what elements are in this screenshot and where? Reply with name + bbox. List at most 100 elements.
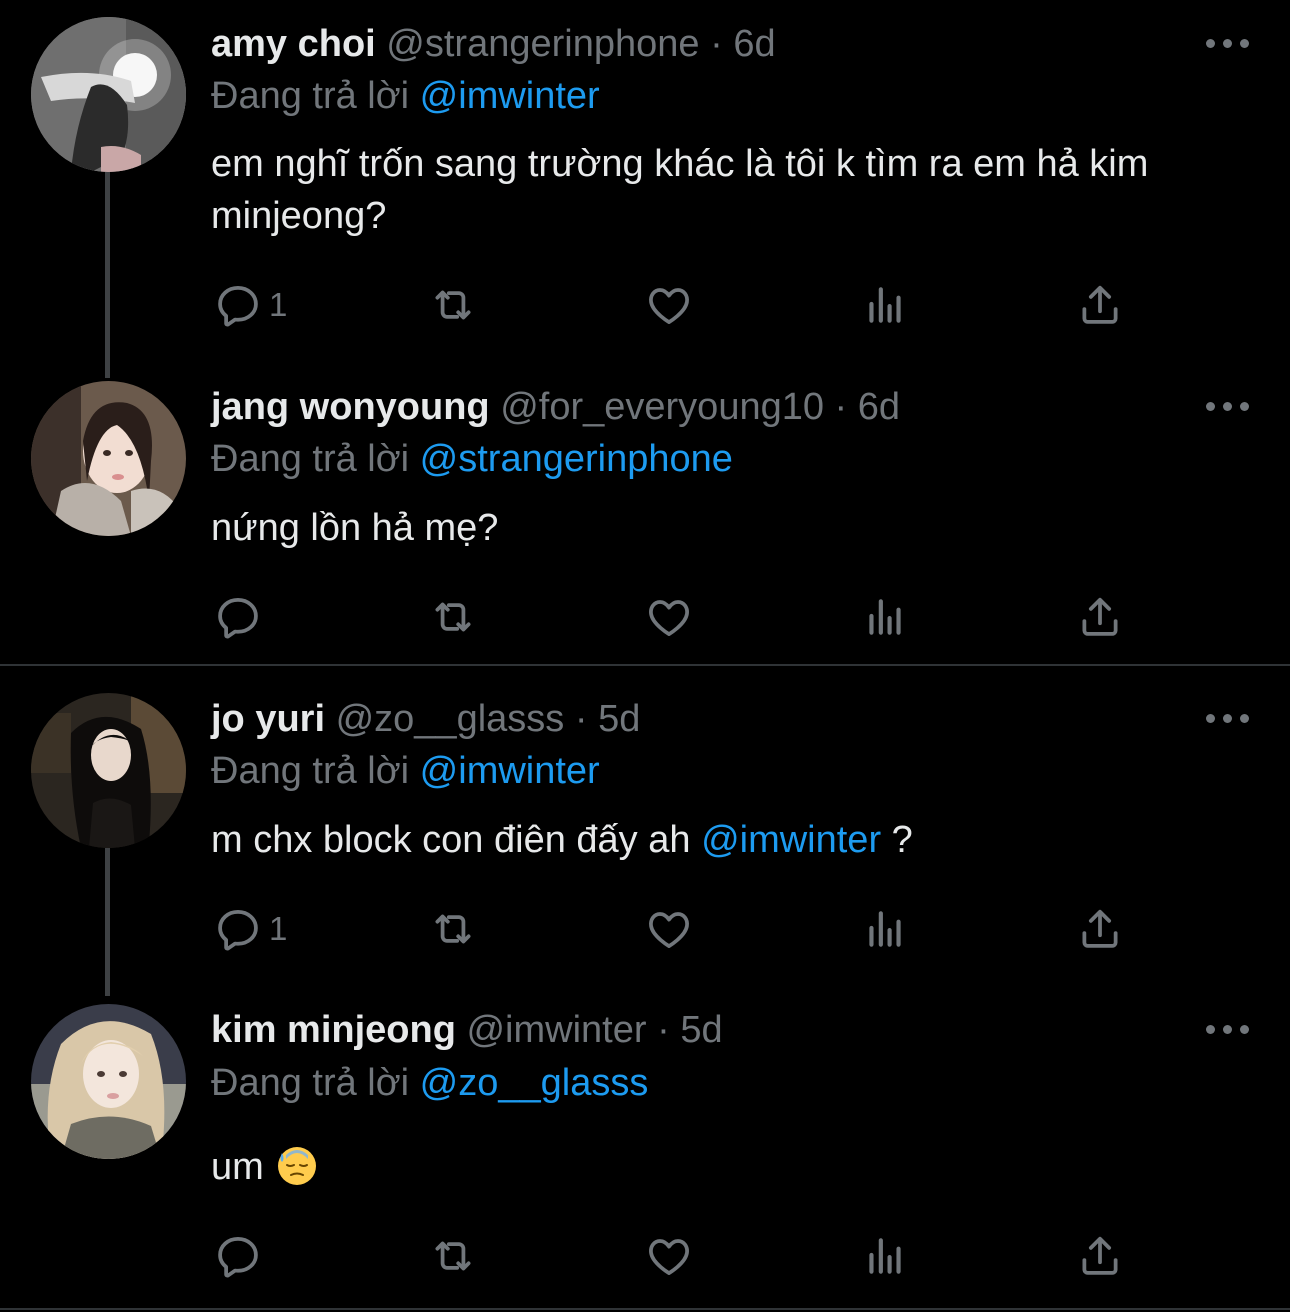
replying-to-label: Đang trả lời [211, 1062, 410, 1104]
tweet-header: kim minjeong @imwinter · 5d [211, 1002, 723, 1058]
separator: · [574, 698, 588, 740]
retweet-icon [428, 904, 478, 954]
views-icon [860, 904, 910, 954]
reply-context: Đang trả lời @zo__glasss [211, 1055, 648, 1111]
like-button[interactable] [644, 899, 694, 959]
like-button[interactable] [644, 1226, 694, 1286]
retweet-button[interactable] [428, 275, 478, 335]
retweet-button[interactable] [428, 1226, 478, 1286]
display-name[interactable]: jang wonyoung [211, 386, 490, 428]
tweet-text: em nghĩ trốn sang trường khác là tôi k t… [211, 143, 1149, 237]
bottom-divider [0, 1308, 1290, 1310]
retweet-icon [428, 592, 478, 642]
tweet-text-part: ? [881, 819, 913, 861]
reply-mention[interactable]: @imwinter [420, 750, 600, 792]
tweet[interactable]: amy choi @strangerinphone · 6d Đang trả … [0, 0, 1290, 378]
timestamp[interactable]: 5d [598, 698, 640, 740]
share-button[interactable] [1075, 899, 1125, 959]
tweet-actions: 1 [0, 275, 1290, 335]
views-button[interactable] [860, 587, 910, 647]
reply-context: Đang trả lời @imwinter [211, 743, 600, 799]
like-icon [644, 280, 694, 330]
views-icon [860, 1231, 910, 1281]
reply-icon [213, 280, 263, 330]
reply-icon [213, 1231, 263, 1281]
timestamp[interactable]: 5d [680, 1009, 722, 1051]
reply-icon [213, 904, 263, 954]
retweet-icon [428, 280, 478, 330]
views-button[interactable] [860, 275, 910, 335]
share-button[interactable] [1075, 1226, 1125, 1286]
avatar[interactable] [31, 693, 186, 848]
retweet-button[interactable] [428, 899, 478, 959]
tweet-text-part: um [211, 1146, 264, 1188]
views-button[interactable] [860, 899, 910, 959]
tweet-header: amy choi @strangerinphone · 6d [211, 16, 776, 72]
downcast-face-with-sweat-icon [277, 1147, 316, 1185]
reply-context: Đang trả lời @imwinter [211, 68, 600, 124]
avatar[interactable] [31, 17, 186, 172]
share-icon [1075, 280, 1125, 330]
share-icon [1075, 592, 1125, 642]
tweet-header: jo yuri @zo__glasss · 5d [211, 691, 640, 747]
tweet[interactable]: jang wonyoung @for_everyoung10 · 6d Đang… [0, 378, 1290, 664]
avatar[interactable] [31, 1004, 186, 1159]
replying-to-label: Đang trả lời [211, 750, 410, 792]
tweet-actions: 1 [0, 899, 1290, 959]
tweet-actions [0, 587, 1290, 647]
retweet-button[interactable] [428, 587, 478, 647]
like-icon [644, 1231, 694, 1281]
display-name[interactable]: amy choi [211, 23, 376, 65]
share-icon [1075, 1231, 1125, 1281]
reply-count: 1 [269, 910, 288, 947]
timestamp[interactable]: 6d [733, 23, 775, 65]
separator: · [657, 1009, 670, 1051]
reply-button[interactable]: 1 [213, 899, 287, 959]
tweet-header: jang wonyoung @for_everyoung10 · 6d [211, 379, 900, 435]
reply-context: Đang trả lời @strangerinphone [211, 431, 733, 487]
inline-mention[interactable]: @imwinter [701, 819, 881, 861]
like-button[interactable] [644, 587, 694, 647]
tweet[interactable]: kim minjeong @imwinter · 5d Đang trả lời… [0, 996, 1290, 1310]
reply-mention[interactable]: @strangerinphone [420, 438, 733, 480]
reply-count: 1 [269, 286, 288, 323]
reply-icon [213, 592, 263, 642]
timestamp[interactable]: 6d [858, 386, 900, 428]
views-icon [860, 592, 910, 642]
user-handle[interactable]: @zo__glasss [336, 698, 565, 740]
tweet-text: um [211, 1141, 1251, 1193]
share-icon [1075, 904, 1125, 954]
more-icon[interactable] [1206, 709, 1250, 729]
separator: · [710, 23, 723, 65]
display-name[interactable]: kim minjeong [211, 1009, 456, 1051]
avatar[interactable] [31, 381, 186, 536]
reply-button[interactable] [213, 587, 269, 647]
reply-mention[interactable]: @zo__glasss [420, 1062, 649, 1104]
user-handle[interactable]: @strangerinphone [386, 23, 699, 65]
tweet-text: nứng lồn hả mẹ? [211, 507, 499, 549]
tweet-text-part: m chx block con điên đấy ah [211, 819, 702, 861]
separator: · [834, 386, 848, 428]
tweet-text: m chx block con điên đấy ah @imwinter ? [211, 814, 1251, 866]
share-button[interactable] [1075, 275, 1125, 335]
retweet-icon [428, 1231, 478, 1281]
like-icon [644, 904, 694, 954]
reply-button[interactable]: 1 [213, 275, 287, 335]
views-button[interactable] [860, 1226, 910, 1286]
more-icon[interactable] [1206, 34, 1250, 54]
reply-button[interactable] [213, 1226, 269, 1286]
replying-to-label: Đang trả lời [211, 75, 410, 117]
tweet-actions [0, 1226, 1290, 1286]
like-button[interactable] [644, 275, 694, 335]
reply-mention[interactable]: @imwinter [420, 75, 600, 117]
conversation-feed: amy choi @strangerinphone · 6d Đang trả … [0, 0, 1290, 1312]
user-handle[interactable]: @imwinter [466, 1009, 646, 1051]
replying-to-label: Đang trả lời [211, 438, 410, 480]
tweet[interactable]: jo yuri @zo__glasss · 5d Đang trả lời @i… [0, 666, 1290, 996]
views-icon [860, 280, 910, 330]
display-name[interactable]: jo yuri [211, 698, 325, 740]
more-icon[interactable] [1206, 397, 1250, 417]
share-button[interactable] [1075, 587, 1125, 647]
user-handle[interactable]: @for_everyoung10 [500, 386, 824, 428]
more-icon[interactable] [1206, 1020, 1250, 1040]
